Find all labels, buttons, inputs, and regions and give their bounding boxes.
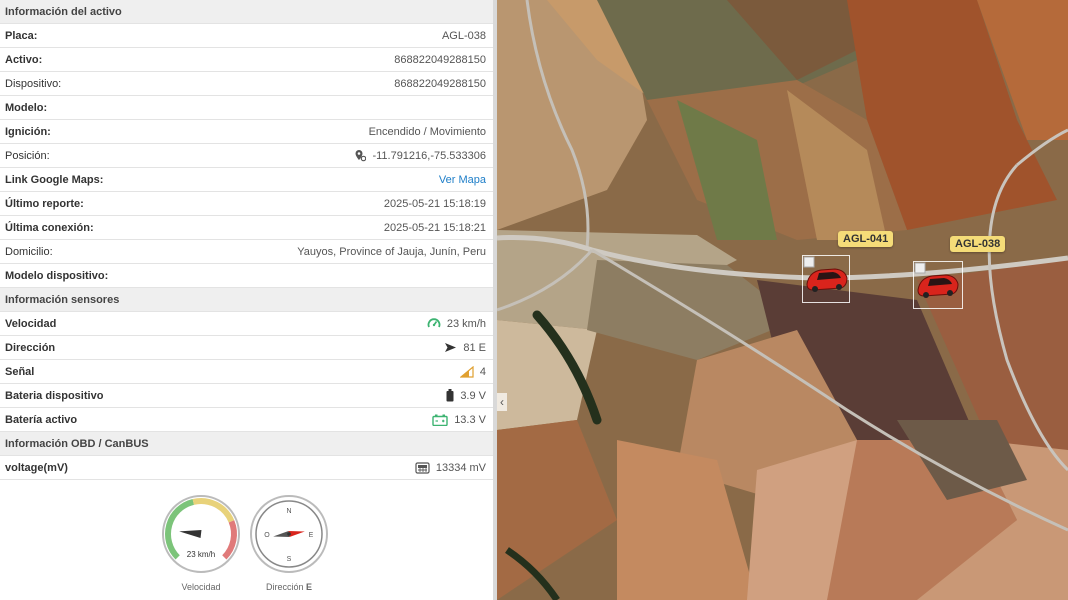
section-title: Información del activo bbox=[5, 5, 122, 18]
direction-label-text: Dirección bbox=[265, 582, 304, 592]
vehicle-label-agl-041[interactable]: AGL-041 bbox=[838, 231, 894, 247]
section-header-sensores: Información sensores bbox=[0, 288, 493, 312]
row-google-maps: Link Google Maps: Ver Mapa bbox=[0, 168, 493, 192]
speed-gauge: 23 km/h Velocidad bbox=[161, 494, 241, 592]
label-ultimo-reporte: Último reporte: bbox=[5, 197, 84, 210]
section-header-obd: Información OBD / CanBUS bbox=[0, 432, 493, 456]
value-activo: 868822049288150 bbox=[394, 53, 486, 66]
value-dispositivo: 868822049288150 bbox=[394, 77, 486, 90]
compass-dial: N S E O bbox=[250, 495, 328, 573]
value-posicion: -11.791216,-75.533306 bbox=[372, 149, 486, 162]
compass-n: N bbox=[286, 508, 291, 515]
satellite-map[interactable]: AGL-041 AGL-038 bbox=[497, 0, 1068, 600]
speed-gauge-label: Velocidad bbox=[181, 582, 221, 592]
row-dispositivo: Dispositivo: 868822049288150 bbox=[0, 72, 493, 96]
label-domicilio: Domicilio: bbox=[5, 245, 53, 258]
vehicle-marker-agl-041[interactable] bbox=[802, 255, 850, 303]
row-activo: Activo: 868822049288150 bbox=[0, 48, 493, 72]
direction-label-suffix: E bbox=[306, 582, 313, 592]
battery-icon bbox=[446, 389, 454, 402]
signal-icon bbox=[459, 365, 474, 378]
value-bateria-activo: 13.3 V bbox=[454, 413, 486, 426]
row-domicilio: Domicilio: Yauyos, Province of Jauja, Jun… bbox=[0, 240, 493, 264]
row-direccion: Dirección 81 E bbox=[0, 336, 493, 360]
value-velocidad-wrap: 23 km/h bbox=[427, 317, 486, 330]
value-ultimo-reporte: 2025-05-21 15:18:19 bbox=[383, 197, 486, 210]
label-placa: Placa: bbox=[5, 29, 38, 42]
row-voltage: voltage(mV) 13334 mV bbox=[0, 456, 493, 480]
asset-info-panel: Información del activo Placa: AGL-038 Act… bbox=[0, 0, 493, 600]
label-voltage: voltage(mV) bbox=[5, 461, 68, 474]
value-posicion-wrap: -11.791216,-75.533306 bbox=[354, 149, 486, 162]
label-modelo: Modelo: bbox=[5, 101, 48, 114]
label-google-maps: Link Google Maps: bbox=[5, 173, 104, 186]
value-voltage: 13334 mV bbox=[435, 461, 486, 474]
direction-gauge: N S E O Dirección E bbox=[249, 494, 329, 592]
row-senal: Señal 4 bbox=[0, 360, 493, 384]
label-senal: Señal bbox=[5, 365, 35, 378]
vehicle-label-agl-038[interactable]: AGL-038 bbox=[950, 236, 1006, 252]
value-bateria-dispositivo: 3.9 V bbox=[460, 389, 486, 402]
compass-e: E bbox=[309, 532, 314, 539]
direction-arrow-icon bbox=[445, 343, 457, 352]
row-bateria-activo: Batería activo 13.3 V bbox=[0, 408, 493, 432]
map-imagery[interactable] bbox=[497, 0, 1068, 600]
ver-mapa-link[interactable]: Ver Mapa bbox=[439, 174, 486, 186]
value-bateria-activo-wrap: 13.3 V bbox=[432, 414, 486, 426]
speed-gauge-dial: 23 km/h bbox=[162, 495, 240, 573]
section-title: Información OBD / CanBUS bbox=[5, 437, 149, 450]
row-ultima-conexion: Última conexión: 2025-05-21 15:18:21 bbox=[0, 216, 493, 240]
compass-o: O bbox=[264, 532, 270, 539]
speedometer-icon bbox=[427, 318, 441, 328]
value-placa: AGL-038 bbox=[441, 29, 486, 42]
section-title: Información sensores bbox=[5, 293, 120, 306]
label-bateria-activo: Batería activo bbox=[5, 413, 78, 426]
value-domicilio: Yauyos, Province of Jauja, Junín, Peru bbox=[297, 245, 486, 258]
label-direccion: Dirección bbox=[5, 341, 56, 354]
value-direccion: 81 E bbox=[463, 341, 486, 354]
value-senal: 4 bbox=[479, 365, 486, 378]
speed-gauge-readout: 23 km/h bbox=[187, 550, 215, 559]
row-placa: Placa: AGL-038 bbox=[0, 24, 493, 48]
compass-s: S bbox=[287, 556, 292, 563]
direction-gauge-label: Dirección E bbox=[249, 582, 329, 592]
gauges-area: 23 km/h Velocidad N S E O Dirección E bbox=[0, 494, 493, 600]
car-icon bbox=[914, 262, 959, 298]
label-activo: Activo: bbox=[5, 53, 43, 66]
row-ultimo-reporte: Último reporte: 2025-05-21 15:18:19 bbox=[0, 192, 493, 216]
obd-icon bbox=[415, 461, 430, 474]
label-modelo-dispositivo: Modelo dispositivo: bbox=[5, 269, 109, 282]
row-ignicion: Ignición: Encendido / Movimiento bbox=[0, 120, 493, 144]
value-bateria-dispositivo-wrap: 3.9 V bbox=[446, 389, 486, 402]
vehicle-marker-agl-038[interactable] bbox=[913, 261, 963, 309]
value-voltage-wrap: 13334 mV bbox=[415, 462, 486, 474]
chevron-left-icon[interactable]: ‹ bbox=[497, 393, 507, 411]
value-ignicion: Encendido / Movimiento bbox=[368, 125, 486, 138]
row-posicion: Posición: -11.791216,-75.533306 bbox=[0, 144, 493, 168]
value-senal-wrap: 4 bbox=[459, 365, 486, 378]
row-bateria-dispositivo: Bateria dispositivo 3.9 V bbox=[0, 384, 493, 408]
label-velocidad: Velocidad bbox=[5, 317, 57, 330]
section-header-activo: Información del activo bbox=[0, 0, 493, 24]
value-velocidad: 23 km/h bbox=[446, 317, 486, 330]
value-direccion-wrap: 81 E bbox=[444, 342, 486, 354]
car-icon bbox=[803, 256, 848, 292]
row-modelo-dispositivo: Modelo dispositivo: bbox=[0, 264, 493, 288]
car-battery-icon bbox=[432, 414, 448, 426]
row-velocidad: Velocidad 23 km/h bbox=[0, 312, 493, 336]
row-modelo: Modelo: bbox=[0, 96, 493, 120]
label-ultima-conexion: Última conexión: bbox=[5, 221, 94, 234]
label-posicion: Posición: bbox=[5, 149, 50, 162]
label-bateria-dispositivo: Bateria dispositivo bbox=[5, 389, 104, 402]
value-ultima-conexion: 2025-05-21 15:18:21 bbox=[383, 221, 486, 234]
map-pin-icon[interactable] bbox=[354, 149, 367, 162]
label-dispositivo: Dispositivo: bbox=[5, 77, 62, 90]
label-ignicion: Ignición: bbox=[5, 125, 51, 138]
